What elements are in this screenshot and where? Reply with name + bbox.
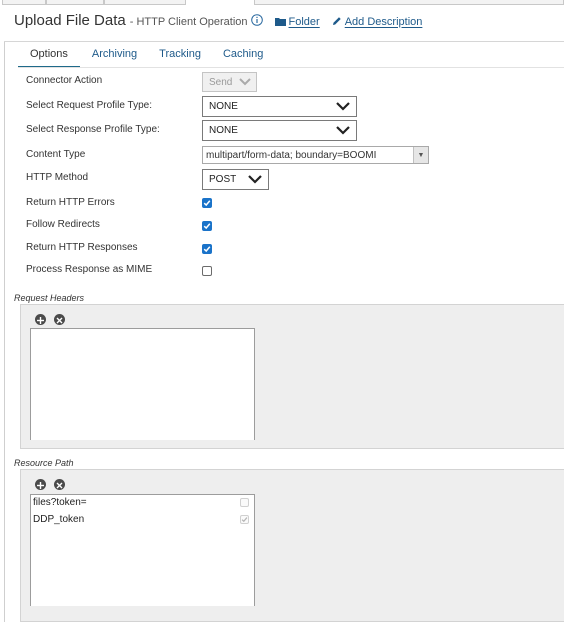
connector-action-label: Connector Action (26, 75, 103, 86)
process-response-mime-label: Process Response as MIME (26, 264, 153, 275)
operation-tabs: Options Archiving Tracking Caching (18, 46, 275, 68)
header-divider (4, 41, 564, 42)
response-profile-type-select[interactable]: NONE (202, 120, 357, 141)
chevron-down-icon (239, 78, 251, 89)
chevron-down-icon (336, 102, 350, 114)
page-title: Upload File Data (14, 12, 126, 29)
info-icon[interactable] (250, 13, 263, 26)
follow-redirects-label: Follow Redirects (26, 219, 100, 230)
request-profile-type-label: Select Request Profile Type: (26, 100, 152, 111)
response-profile-type-label: Select Response Profile Type: (26, 124, 160, 135)
http-method-label: HTTP Method (26, 172, 89, 183)
folder-link-label: Folder (288, 16, 320, 28)
response-profile-type-value: NONE (209, 125, 238, 136)
window-tab-strip (0, 0, 564, 5)
resource-path-label: Resource Path (14, 458, 74, 468)
window-tab[interactable] (2, 0, 46, 5)
content-type-dropdown-button[interactable]: ▼ (413, 147, 428, 163)
page-subtitle: - HTTP Client Operation (129, 16, 248, 28)
return-http-errors-label: Return HTTP Errors (26, 197, 115, 208)
resource-path-panel: files?token= DDP_token (20, 469, 564, 622)
remove-resource-path-button[interactable] (54, 479, 65, 490)
request-headers-list[interactable] (30, 328, 255, 440)
resource-path-row[interactable]: DDP_token (33, 514, 84, 525)
remove-request-header-button[interactable] (54, 314, 65, 325)
operation-header: Upload File Data - HTTP Client Operation… (14, 12, 422, 34)
request-headers-panel (20, 304, 564, 449)
x-circle-icon (56, 311, 63, 329)
pencil-icon (332, 15, 342, 28)
tab-caching[interactable]: Caching (213, 46, 273, 68)
tabs-divider (18, 67, 564, 68)
add-resource-path-button[interactable] (35, 479, 46, 490)
window-tab[interactable] (104, 0, 186, 5)
request-headers-label: Request Headers (14, 293, 85, 303)
triangle-down-icon: ▼ (417, 151, 425, 159)
request-profile-type-value: NONE (209, 101, 238, 112)
resource-path-row[interactable]: files?token= (33, 497, 87, 508)
add-request-header-button[interactable] (35, 314, 46, 325)
content-type-value: multipart/form-data; boundary=BOOMI (206, 149, 377, 161)
resource-path-variable-checkbox[interactable] (240, 498, 249, 507)
http-method-value: POST (209, 174, 237, 185)
add-description-link[interactable]: Add Description (332, 15, 423, 28)
http-method-select[interactable]: POST (202, 169, 269, 190)
folder-icon (274, 16, 286, 28)
add-description-label: Add Description (344, 15, 423, 28)
content-type-label: Content Type (26, 149, 86, 160)
folder-link[interactable]: Folder (274, 16, 320, 28)
plus-circle-icon (37, 311, 44, 329)
return-http-responses-checkbox[interactable] (202, 244, 212, 254)
resource-path-variable-checkbox[interactable] (240, 515, 249, 524)
x-circle-icon (56, 476, 63, 494)
plus-circle-icon (37, 476, 44, 494)
connector-action-select[interactable]: Send (202, 72, 257, 92)
tab-archiving[interactable]: Archiving (82, 46, 147, 68)
tab-options[interactable]: Options (18, 46, 80, 68)
chevron-down-icon (336, 126, 350, 138)
panel-left-border (4, 41, 5, 622)
process-response-mime-checkbox[interactable] (202, 266, 212, 276)
return-http-responses-label: Return HTTP Responses (26, 242, 138, 253)
connector-action-value: Send (209, 76, 233, 88)
return-http-errors-checkbox[interactable] (202, 198, 212, 208)
tab-tracking[interactable]: Tracking (149, 46, 211, 68)
window-tab[interactable] (254, 0, 564, 5)
request-profile-type-select[interactable]: NONE (202, 96, 357, 117)
chevron-down-icon (248, 175, 262, 187)
follow-redirects-checkbox[interactable] (202, 221, 212, 231)
resource-path-list[interactable]: files?token= DDP_token (30, 494, 255, 606)
content-type-combo[interactable]: multipart/form-data; boundary=BOOMI ▼ (202, 146, 429, 164)
window-tab[interactable] (46, 0, 104, 5)
